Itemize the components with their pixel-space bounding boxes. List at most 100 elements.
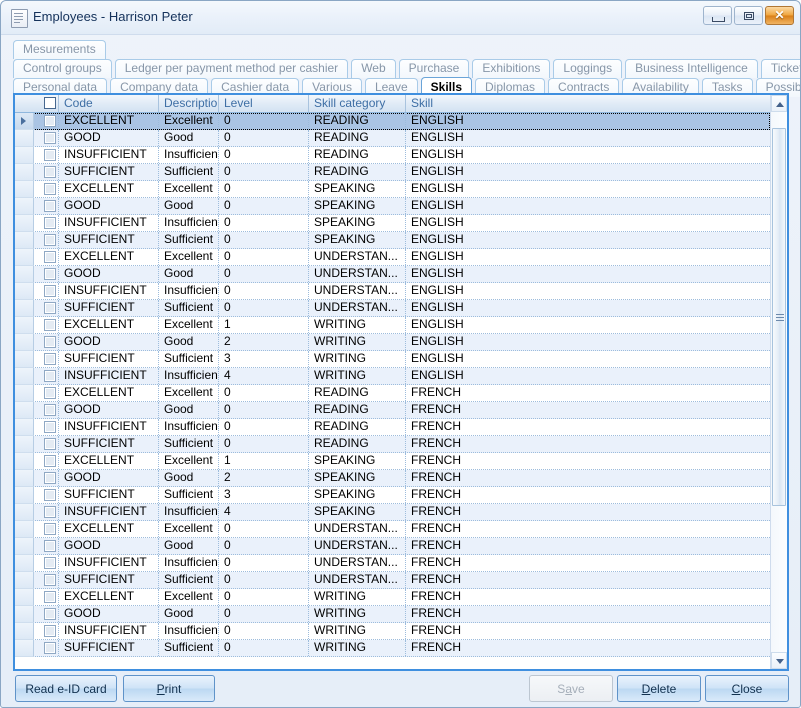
row-indicator[interactable] [15,181,34,198]
tab-control-groups[interactable]: Control groups [13,59,112,78]
row-indicator[interactable] [15,640,34,657]
print-button[interactable]: Print [123,675,215,702]
table-row[interactable]: INSUFFICIENTInsufficient0READINGENGLISH [15,147,770,164]
row-indicator[interactable] [15,198,34,215]
table-row[interactable]: EXCELLENTExcellent0READINGENGLISH [15,113,770,130]
row-indicator[interactable] [15,453,34,470]
table-row[interactable]: GOODGood0READINGENGLISH [15,130,770,147]
delete-button[interactable]: Delete [617,675,701,702]
row-indicator[interactable] [15,300,34,317]
scroll-down-button[interactable] [771,652,787,669]
table-row[interactable]: INSUFFICIENTInsufficient0SPEAKINGENGLISH [15,215,770,232]
row-checkbox[interactable] [44,472,56,484]
row-indicator[interactable] [15,249,34,266]
row-checkbox[interactable] [44,370,56,382]
row-indicator[interactable] [15,521,34,538]
row-checkbox[interactable] [44,421,56,433]
row-indicator[interactable] [15,130,34,147]
row-indicator[interactable] [15,266,34,283]
row-checkbox[interactable] [44,132,56,144]
table-row[interactable]: SUFFICIENTSufficient3WRITINGENGLISH [15,351,770,368]
table-row[interactable]: SUFFICIENTSufficient0READINGENGLISH [15,164,770,181]
scrollbar-thumb[interactable] [772,128,786,506]
maximize-button[interactable] [734,6,763,25]
grid-header-level[interactable]: Level [218,95,308,112]
row-indicator[interactable] [15,113,34,130]
row-indicator[interactable] [15,419,34,436]
tab-business-intelligence[interactable]: Business Intelligence [625,59,758,78]
table-row[interactable]: GOODGood2WRITINGENGLISH [15,334,770,351]
row-indicator[interactable] [15,164,34,181]
table-row[interactable]: INSUFFICIENTInsufficient4SPEAKINGFRENCH [15,504,770,521]
row-indicator[interactable] [15,487,34,504]
row-checkbox[interactable] [44,319,56,331]
row-checkbox[interactable] [44,506,56,518]
grid-header-skill_category[interactable]: Skill category [308,95,405,112]
row-indicator[interactable] [15,368,34,385]
row-checkbox[interactable] [44,285,56,297]
minimize-button[interactable] [703,6,732,25]
save-button[interactable]: Save [529,675,613,702]
table-row[interactable]: EXCELLENTExcellent0WRITINGFRENCH [15,589,770,606]
row-indicator[interactable] [15,538,34,555]
row-checkbox[interactable] [44,183,56,195]
row-checkbox[interactable] [44,625,56,637]
row-checkbox[interactable] [44,234,56,246]
row-checkbox[interactable] [44,268,56,280]
table-row[interactable]: SUFFICIENTSufficient0WRITINGFRENCH [15,640,770,657]
row-indicator[interactable] [15,317,34,334]
table-row[interactable]: INSUFFICIENTInsufficient0UNDERSTAN...ENG… [15,283,770,300]
row-checkbox[interactable] [44,336,56,348]
row-checkbox[interactable] [44,574,56,586]
window-titlebar[interactable]: Employees - Harrison Peter ✕ [1,1,800,35]
row-checkbox[interactable] [44,404,56,416]
table-row[interactable]: GOODGood0UNDERSTAN...ENGLISH [15,266,770,283]
table-row[interactable]: SUFFICIENTSufficient0READINGFRENCH [15,436,770,453]
table-row[interactable]: INSUFFICIENTInsufficient0WRITINGFRENCH [15,623,770,640]
row-checkbox[interactable] [44,353,56,365]
row-indicator[interactable] [15,555,34,572]
grid-header-code[interactable]: Code [58,95,158,112]
table-row[interactable]: GOODGood0READINGFRENCH [15,402,770,419]
table-row[interactable]: EXCELLENTExcellent0READINGFRENCH [15,385,770,402]
row-checkbox[interactable] [44,438,56,450]
table-row[interactable]: SUFFICIENTSufficient0UNDERSTAN...FRENCH [15,572,770,589]
tab-ticketing[interactable]: Ticketing [761,59,801,78]
table-row[interactable]: EXCELLENTExcellent1SPEAKINGFRENCH [15,453,770,470]
row-indicator[interactable] [15,623,34,640]
row-checkbox[interactable] [44,149,56,161]
close-button[interactable]: ✕ [765,6,794,25]
close-dialog-button[interactable]: Close [705,675,789,702]
row-checkbox[interactable] [44,591,56,603]
row-indicator[interactable] [15,232,34,249]
row-indicator[interactable] [15,470,34,487]
row-checkbox[interactable] [44,540,56,552]
table-row[interactable]: EXCELLENTExcellent1WRITINGENGLISH [15,317,770,334]
row-checkbox[interactable] [44,166,56,178]
row-checkbox[interactable] [44,251,56,263]
row-checkbox[interactable] [44,642,56,654]
row-checkbox[interactable] [44,455,56,467]
tab-web[interactable]: Web [351,59,395,78]
grid-header-skill[interactable]: Skill [405,95,542,112]
scroll-up-button[interactable] [771,95,787,112]
grid-vertical-scrollbar[interactable] [770,95,787,669]
table-row[interactable]: INSUFFICIENTInsufficient4WRITINGENGLISH [15,368,770,385]
tab-loggings[interactable]: Loggings [553,59,622,78]
table-row[interactable]: SUFFICIENTSufficient0SPEAKINGENGLISH [15,232,770,249]
row-checkbox[interactable] [44,200,56,212]
tab-exhibitions[interactable]: Exhibitions [472,59,550,78]
tab-purchase[interactable]: Purchase [399,59,470,78]
row-indicator[interactable] [15,215,34,232]
row-checkbox[interactable] [44,523,56,535]
row-indicator[interactable] [15,283,34,300]
row-indicator[interactable] [15,436,34,453]
row-indicator[interactable] [15,402,34,419]
grid-header-description[interactable]: Description [158,95,218,112]
table-row[interactable]: SUFFICIENTSufficient3SPEAKINGFRENCH [15,487,770,504]
select-all-checkbox[interactable] [44,97,56,109]
row-checkbox[interactable] [44,387,56,399]
table-row[interactable]: GOODGood2SPEAKINGFRENCH [15,470,770,487]
tab-mesurements[interactable]: Mesurements [13,40,106,59]
row-checkbox[interactable] [44,302,56,314]
